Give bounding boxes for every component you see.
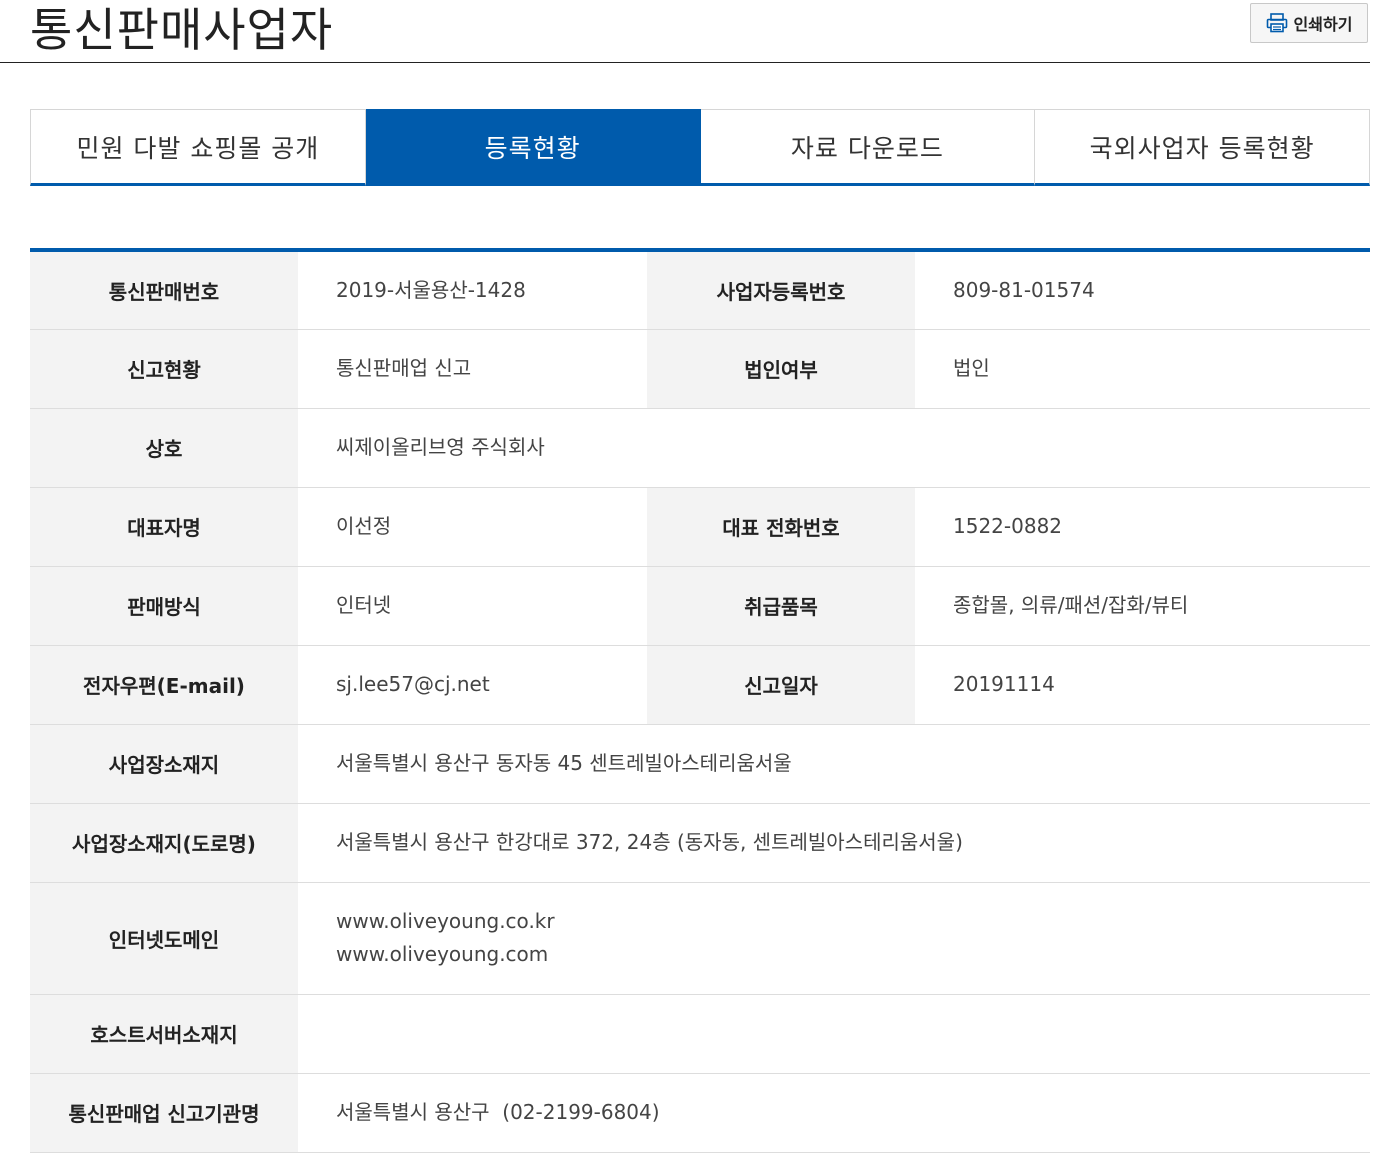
email-value: sj.lee57@cj.net	[298, 645, 647, 725]
phone-label: 대표 전화번호	[647, 487, 915, 567]
table-row: 상호 씨제이올리브영 주식회사	[30, 408, 1370, 488]
print-button[interactable]: 인쇄하기	[1250, 3, 1368, 43]
table-row: 판매방식 인터넷 취급품목 종합몰, 의류/패션/잡화/뷰티	[30, 566, 1370, 646]
page-title: 통신판매사업자	[30, 3, 334, 57]
domain-item: www.oliveyoung.co.kr	[336, 909, 555, 933]
agency-value: 서울특별시 용산구 (02-2199-6804)	[298, 1073, 1370, 1153]
table-row: 호스트서버소재지	[30, 994, 1370, 1074]
items-value: 종합몰, 의류/패션/잡화/뷰티	[915, 566, 1370, 646]
table-row: 통신판매업 신고기관명 서울특별시 용산구 (02-2199-6804)	[30, 1073, 1370, 1153]
domain-item: www.oliveyoung.com	[336, 942, 549, 966]
report-no-value: 2019-서울용산-1428	[298, 250, 647, 330]
sales-method-value: 인터넷	[298, 566, 647, 646]
company-name-label: 상호	[30, 408, 298, 488]
tab-data-download[interactable]: 자료 다운로드	[700, 109, 1036, 186]
phone-value: 1522-0882	[915, 487, 1370, 567]
report-no-label: 통신판매번호	[30, 250, 298, 330]
domain-label: 인터넷도메인	[30, 882, 298, 995]
table-row: 사업장소재지(도로명) 서울특별시 용산구 한강대로 372, 24층 (동자동…	[30, 803, 1370, 883]
company-name-value: 씨제이올리브영 주식회사	[298, 408, 1370, 488]
address-label: 사업장소재지	[30, 724, 298, 804]
biz-reg-no-label: 사업자등록번호	[647, 250, 915, 330]
host-server-label: 호스트서버소재지	[30, 994, 298, 1074]
domain-value: www.oliveyoung.co.kr www.oliveyoung.com	[298, 882, 1370, 995]
report-status-value: 통신판매업 신고	[298, 329, 647, 409]
business-info-table: 통신판매번호 2019-서울용산-1428 사업자등록번호 809-81-015…	[30, 248, 1370, 1153]
table-row: 통신판매번호 2019-서울용산-1428 사업자등록번호 809-81-015…	[30, 250, 1370, 330]
items-label: 취급품목	[647, 566, 915, 646]
biz-reg-no-value: 809-81-01574	[915, 250, 1370, 330]
report-date-value: 20191114	[915, 645, 1370, 725]
printer-icon	[1266, 13, 1288, 33]
table-row: 대표자명 이선정 대표 전화번호 1522-0882	[30, 487, 1370, 567]
email-label: 전자우편(E-mail)	[30, 645, 298, 725]
tab-complaint-malls[interactable]: 민원 다발 쇼핑몰 공개	[30, 109, 366, 186]
sales-method-label: 판매방식	[30, 566, 298, 646]
print-button-label: 인쇄하기	[1293, 15, 1353, 34]
tab-bar: 민원 다발 쇼핑몰 공개 등록현황 자료 다운로드 국외사업자 등록현황	[30, 109, 1370, 186]
title-divider	[0, 62, 1370, 63]
ceo-label: 대표자명	[30, 487, 298, 567]
agency-label: 통신판매업 신고기관명	[30, 1073, 298, 1153]
corporation-label: 법인여부	[647, 329, 915, 409]
ceo-value: 이선정	[298, 487, 647, 567]
tab-registration-status[interactable]: 등록현황	[365, 109, 701, 186]
tab-foreign-business-status[interactable]: 국외사업자 등록현황	[1035, 109, 1370, 186]
road-address-value: 서울특별시 용산구 한강대로 372, 24층 (동자동, 센트레빌아스테리움서…	[298, 803, 1370, 883]
road-address-label: 사업장소재지(도로명)	[30, 803, 298, 883]
report-date-label: 신고일자	[647, 645, 915, 725]
corporation-value: 법인	[915, 329, 1370, 409]
table-row: 신고현황 통신판매업 신고 법인여부 법인	[30, 329, 1370, 409]
table-row: 전자우편(E-mail) sj.lee57@cj.net 신고일자 201911…	[30, 645, 1370, 725]
host-server-value	[298, 994, 1370, 1074]
address-value: 서울특별시 용산구 동자동 45 센트레빌아스테리움서울	[298, 724, 1370, 804]
report-status-label: 신고현황	[30, 329, 298, 409]
table-row: 사업장소재지 서울특별시 용산구 동자동 45 센트레빌아스테리움서울	[30, 724, 1370, 804]
table-row: 인터넷도메인 www.oliveyoung.co.kr www.oliveyou…	[30, 882, 1370, 995]
